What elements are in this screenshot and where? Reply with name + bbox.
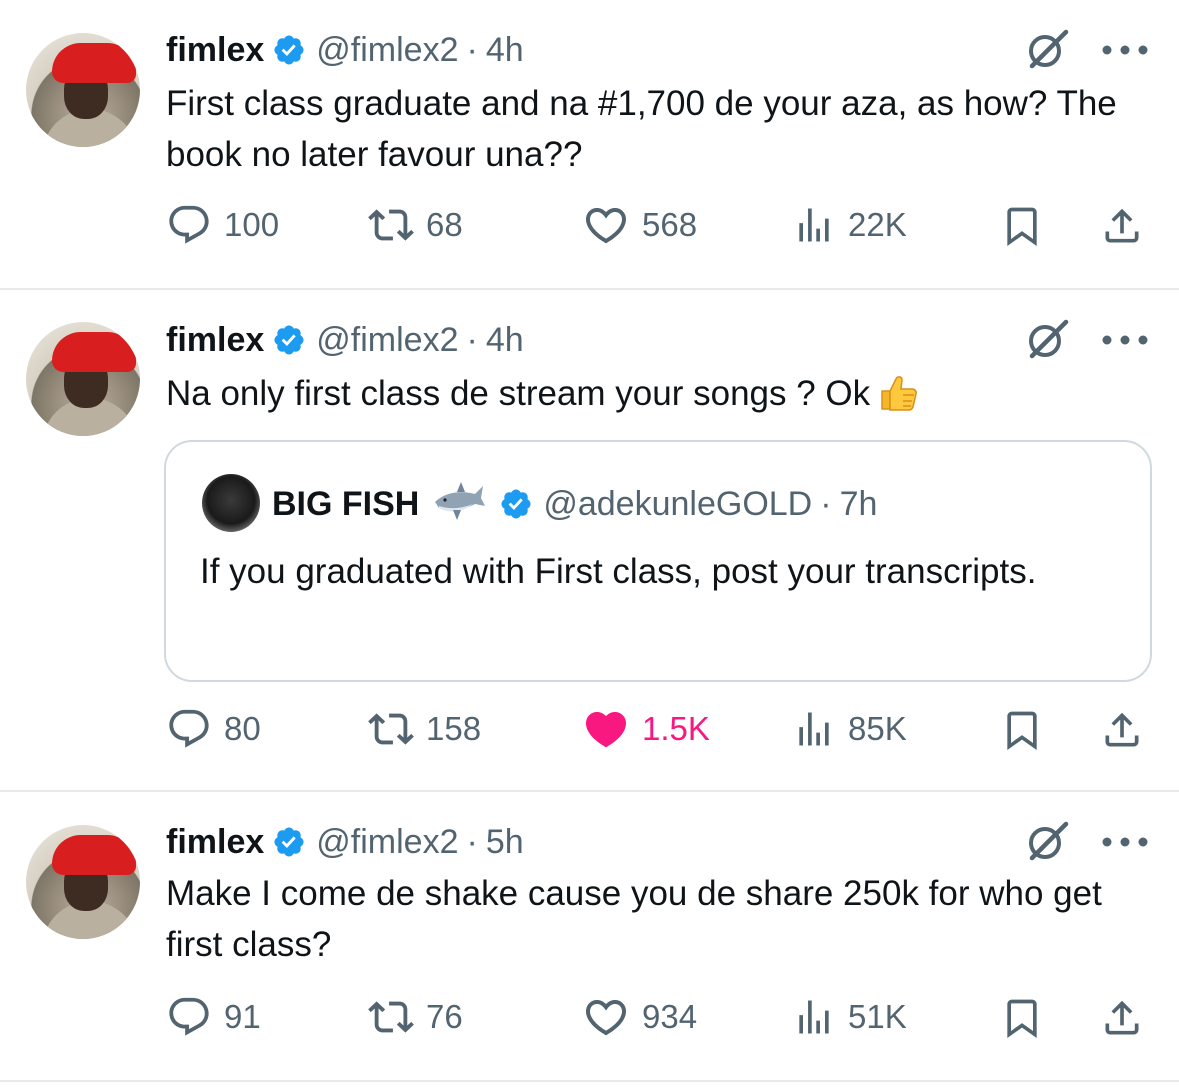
- quoted-author-name: BIG FISH: [272, 484, 420, 523]
- reply-button[interactable]: 91: [166, 992, 261, 1042]
- author-handle[interactable]: @fimlex2: [316, 321, 458, 360]
- quoted-header: BIG FISH @adekunleGOLD · 7h: [272, 482, 877, 526]
- heart-icon: [582, 201, 630, 249]
- more-icon[interactable]: [1100, 43, 1150, 57]
- share-icon[interactable]: [1100, 204, 1144, 248]
- quoted-timestamp: 7h: [839, 484, 878, 523]
- repost-count: 158: [426, 710, 482, 747]
- more-icon[interactable]: [1100, 333, 1150, 347]
- tweet-text-content: Na only first class de stream your songs…: [166, 374, 871, 413]
- repost-icon: [368, 994, 414, 1040]
- view-count: 51K: [848, 998, 907, 1035]
- repost-button[interactable]: 76: [368, 992, 463, 1042]
- bookmark-icon[interactable]: [1000, 708, 1044, 752]
- shark-icon: [431, 480, 487, 528]
- share-icon[interactable]: [1100, 708, 1144, 752]
- views-icon: [792, 707, 836, 751]
- quoted-tweet[interactable]: BIG FISH @adekunleGOLD · 7h If you gradu…: [164, 440, 1152, 682]
- quoted-avatar[interactable]: [202, 474, 260, 532]
- views-button[interactable]: 85K: [792, 704, 907, 754]
- repost-button[interactable]: 158: [368, 704, 481, 754]
- heart-filled-icon: [582, 705, 630, 753]
- quoted-text: If you graduated with First class, post …: [200, 552, 1037, 591]
- avatar[interactable]: [26, 33, 140, 147]
- timestamp[interactable]: 5h: [486, 823, 524, 862]
- quoted-author-handle: @adekunleGOLD: [543, 484, 813, 523]
- verified-badge-icon: [272, 33, 306, 67]
- reply-count: 100: [224, 206, 280, 243]
- divider: [0, 1080, 1179, 1082]
- tweet-header: fimlex @fimlex2 · 5h: [166, 822, 524, 862]
- like-button[interactable]: 934: [582, 992, 697, 1042]
- grok-icon[interactable]: [1024, 316, 1070, 362]
- view-count: 22K: [848, 206, 907, 243]
- verified-badge-icon: [272, 825, 306, 859]
- like-button[interactable]: 568: [582, 200, 697, 250]
- grok-icon[interactable]: [1024, 818, 1070, 864]
- more-icon[interactable]: [1100, 835, 1150, 849]
- bookmark-icon[interactable]: [1000, 204, 1044, 248]
- action-bar: 100 68 568 22K: [0, 200, 1179, 250]
- tweet-text: Na only first class de stream your songs…: [166, 368, 1126, 419]
- repost-icon: [368, 202, 414, 248]
- separator: ·: [820, 484, 832, 523]
- timestamp[interactable]: 4h: [486, 321, 524, 360]
- views-icon: [792, 203, 836, 247]
- tweet-text: First class graduate and na #1,700 de yo…: [166, 84, 1117, 174]
- reply-icon: [166, 706, 212, 752]
- reply-icon: [166, 202, 212, 248]
- reply-button[interactable]: 100: [166, 200, 279, 250]
- like-count: 1.5K: [642, 710, 710, 747]
- author-name[interactable]: fimlex: [166, 31, 264, 70]
- tweet-header: fimlex @fimlex2 · 4h: [166, 30, 524, 70]
- verified-badge-icon: [499, 487, 533, 521]
- like-button[interactable]: 1.5K: [582, 704, 710, 754]
- tweet-header: fimlex @fimlex2 · 4h: [166, 320, 524, 360]
- views-button[interactable]: 22K: [792, 200, 907, 250]
- author-name[interactable]: fimlex: [166, 321, 264, 360]
- repost-count: 68: [426, 206, 463, 243]
- repost-button[interactable]: 68: [368, 200, 463, 250]
- repost-icon: [368, 706, 414, 752]
- author-handle[interactable]: @fimlex2: [316, 823, 458, 862]
- separator: ·: [466, 30, 478, 69]
- separator: ·: [466, 320, 478, 359]
- avatar[interactable]: [26, 322, 140, 436]
- tweet-1[interactable]: fimlex @fimlex2 · 4h First class graduat…: [0, 0, 1179, 290]
- timestamp[interactable]: 4h: [486, 31, 524, 70]
- bookmark-icon[interactable]: [1000, 996, 1044, 1040]
- author-handle[interactable]: @fimlex2: [316, 31, 458, 70]
- avatar[interactable]: [26, 825, 140, 939]
- like-count: 568: [642, 206, 698, 243]
- reply-count: 80: [224, 710, 261, 747]
- reply-count: 91: [224, 998, 261, 1035]
- like-count: 934: [642, 998, 698, 1035]
- reply-button[interactable]: 80: [166, 704, 261, 754]
- view-count: 85K: [848, 710, 907, 747]
- grok-icon[interactable]: [1024, 26, 1070, 72]
- separator: ·: [466, 822, 478, 861]
- thumbs-up-icon: [876, 371, 920, 415]
- action-bar: 91 76 934 51K: [0, 992, 1179, 1042]
- verified-badge-icon: [272, 323, 306, 357]
- share-icon[interactable]: [1100, 996, 1144, 1040]
- author-name[interactable]: fimlex: [166, 823, 264, 862]
- tweet-text: Make I come de shake cause you de share …: [166, 874, 1102, 964]
- views-icon: [792, 995, 836, 1039]
- heart-icon: [582, 993, 630, 1041]
- repost-count: 76: [426, 998, 463, 1035]
- tweet-3[interactable]: fimlex @fimlex2 · 5h Make I come de shak…: [0, 792, 1179, 1082]
- views-button[interactable]: 51K: [792, 992, 907, 1042]
- action-bar: 80 158 1.5K 85K: [0, 704, 1179, 754]
- reply-icon: [166, 994, 212, 1040]
